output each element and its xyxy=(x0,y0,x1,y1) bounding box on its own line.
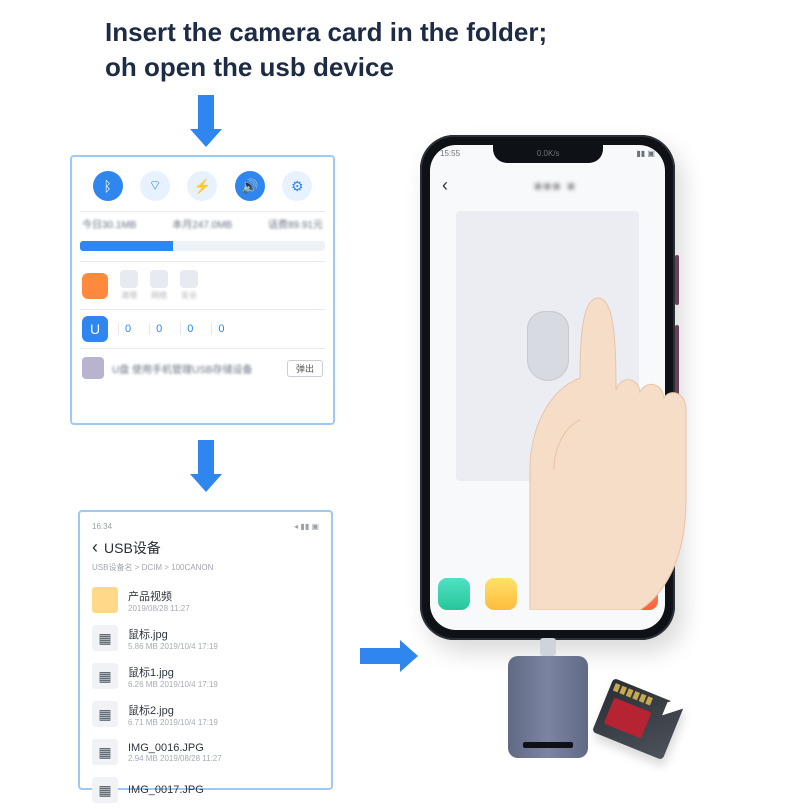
mouse-photo xyxy=(527,311,569,381)
file-row[interactable]: ▦ 鼠标1.jpg6.26 MB 2019/10/4 17:19 xyxy=(92,657,319,695)
file-row[interactable]: 产品视频2019/08/28 11:27 xyxy=(92,581,319,619)
file-meta: 5.86 MB 2019/10/4 17:19 xyxy=(128,642,218,651)
folder-icon xyxy=(92,587,118,613)
file-browser-panel: 16:34 ◂ ▮▮ ▣ ‹ USB设备 USB设备名 > DCIM > 100… xyxy=(78,510,333,790)
security-app[interactable]: 安全 xyxy=(180,270,198,301)
phone-dock xyxy=(430,578,665,610)
image-file-icon: ▦ xyxy=(92,739,118,765)
dock-app-5[interactable] xyxy=(626,578,658,610)
dock-app-4[interactable] xyxy=(579,578,611,610)
u-icon[interactable]: U xyxy=(82,316,108,342)
file-list: 产品视频2019/08/28 11:27 ▦ 鼠标.jpg5.86 MB 2019/… xyxy=(92,581,319,809)
card-reader xyxy=(508,638,588,758)
status-bar: 16:34 ◂ ▮▮ ▣ xyxy=(92,522,319,531)
back-icon[interactable]: ‹ xyxy=(92,537,98,558)
count-1: 0 xyxy=(149,323,168,335)
count-0: 0 xyxy=(118,323,137,335)
file-row[interactable]: ▦ IMG_0016.JPG2.94 MB 2019/08/28 11:27 xyxy=(92,733,319,771)
file-name: 鼠标1.jpg xyxy=(128,664,218,680)
file-name: 鼠标.jpg xyxy=(128,626,218,642)
apps-row: 清理 网络 安全 xyxy=(80,261,325,309)
sd-card-label xyxy=(604,698,652,739)
phone-time: 15:55 xyxy=(440,149,460,158)
phone-status-bar: 15:55 0.0K/s ▮▮ ▣ xyxy=(440,149,655,158)
sd-card xyxy=(592,678,684,760)
file-meta: 6.26 MB 2019/10/4 17:19 xyxy=(128,680,218,689)
file-browser-title: USB设备 xyxy=(104,538,161,558)
arrow-down-1 xyxy=(190,95,222,147)
file-meta: 6.71 MB 2019/10/4 17:19 xyxy=(128,718,218,727)
file-meta: 2019/08/28 11:27 xyxy=(128,604,190,613)
file-row[interactable]: ▦ IMG_0017.JPG xyxy=(92,771,319,809)
phone-net: 0.0K/s xyxy=(537,149,560,158)
arrow-right xyxy=(360,640,418,672)
usb-device-label: U盘 使用手机管理USB存储设备 xyxy=(112,361,253,376)
usage-month: 本月247.0MB xyxy=(172,216,232,231)
network-app[interactable]: 网络 xyxy=(150,270,168,301)
dock-app-3[interactable] xyxy=(532,578,564,610)
usage-balance: 话费89.91元 xyxy=(268,216,323,231)
dock-app-2[interactable] xyxy=(485,578,517,610)
arrow-down-2 xyxy=(190,440,222,492)
file-row[interactable]: ▦ 鼠标.jpg5.86 MB 2019/10/4 17:19 xyxy=(92,619,319,657)
dock-app-1[interactable] xyxy=(438,578,470,610)
usb-device-row[interactable]: U盘 使用手机管理USB存储设备 弹出 xyxy=(80,348,325,387)
file-name: 鼠标2.jpg xyxy=(128,702,218,718)
image-file-icon: ▦ xyxy=(92,777,118,803)
phone-title: ■■■ ■ xyxy=(458,179,653,193)
count-3: 0 xyxy=(211,323,230,335)
flashlight-icon[interactable]: ⚡ xyxy=(187,171,217,201)
phone-frame: 15:55 0.0K/s ▮▮ ▣ ‹ ■■■ ■ xyxy=(420,135,675,640)
status-time: 16:34 xyxy=(92,522,112,531)
file-browser-header: ‹ USB设备 xyxy=(92,537,319,558)
u-row: U 0 0 0 0 xyxy=(80,309,325,348)
wifi-icon[interactable]: ⌔ xyxy=(140,171,170,201)
file-name: IMG_0017.JPG xyxy=(128,784,204,796)
volume-button[interactable] xyxy=(675,255,679,305)
app-tile-orange[interactable] xyxy=(82,273,108,299)
headline-line1: Insert the camera card in the folder; xyxy=(105,15,547,50)
settings-icon[interactable]: ⚙ xyxy=(282,171,312,201)
usage-today: 今日30.1MB xyxy=(82,216,136,231)
phone-battery-icon: ▮▮ ▣ xyxy=(636,149,655,158)
sound-icon[interactable]: 🔊 xyxy=(235,171,265,201)
breadcrumb[interactable]: USB设备名 > DCIM > 100CANON xyxy=(92,562,319,573)
image-preview[interactable] xyxy=(456,211,639,481)
eject-button[interactable]: 弹出 xyxy=(287,360,323,377)
image-file-icon: ▦ xyxy=(92,663,118,689)
phone-screen: 15:55 0.0K/s ▮▮ ▣ ‹ ■■■ ■ xyxy=(430,145,665,630)
control-center-panel: ᛒ ⌔ ⚡ 🔊 ⚙ 今日30.1MB 本月247.0MB 话费89.91元 清理… xyxy=(70,155,335,425)
file-name: 产品视频 xyxy=(128,588,190,604)
counts: 0 0 0 0 xyxy=(118,323,231,335)
file-name: IMG_0016.JPG xyxy=(128,742,222,754)
data-usage-row: 今日30.1MB 本月247.0MB 话费89.91元 xyxy=(80,212,325,235)
file-meta: 2.94 MB 2019/08/28 11:27 xyxy=(128,754,222,763)
instruction-headline: Insert the camera card in the folder; oh… xyxy=(105,15,547,85)
usage-progress xyxy=(80,241,325,251)
quick-settings-row: ᛒ ⌔ ⚡ 🔊 ⚙ xyxy=(80,165,325,212)
bluetooth-icon[interactable]: ᛒ xyxy=(93,171,123,201)
headline-line2: oh open the usb device xyxy=(105,50,547,85)
sd-slot xyxy=(523,742,573,748)
status-icons: ◂ ▮▮ ▣ xyxy=(294,522,319,531)
count-2: 0 xyxy=(180,323,199,335)
image-file-icon: ▦ xyxy=(92,701,118,727)
usb-device-icon xyxy=(82,357,104,379)
file-row[interactable]: ▦ 鼠标2.jpg6.71 MB 2019/10/4 17:19 xyxy=(92,695,319,733)
power-button[interactable] xyxy=(675,325,679,415)
phone-back-icon[interactable]: ‹ xyxy=(442,175,448,196)
image-file-icon: ▦ xyxy=(92,625,118,651)
phone-nav: ‹ ■■■ ■ xyxy=(430,171,665,200)
cleanup-app[interactable]: 清理 xyxy=(120,270,138,301)
